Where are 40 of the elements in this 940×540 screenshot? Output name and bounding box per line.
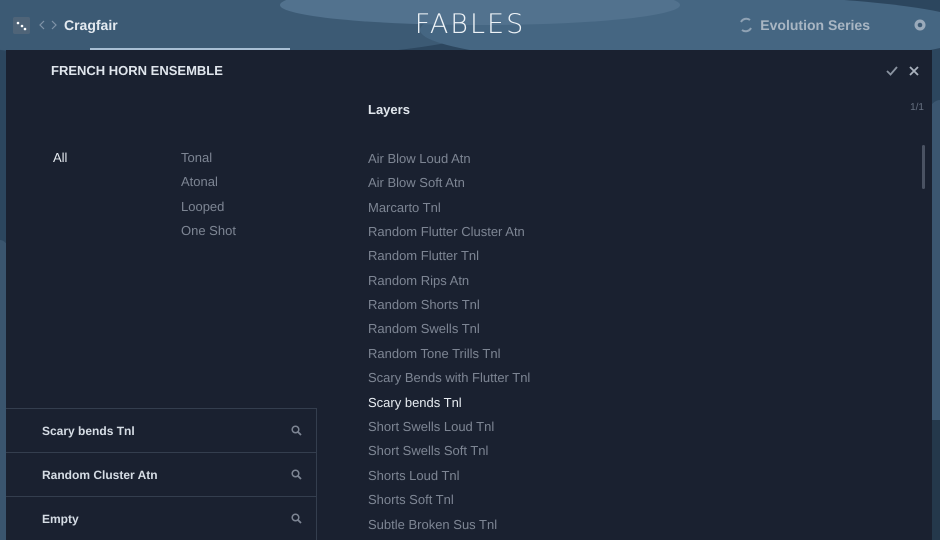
scrollbar-thumb[interactable]: [922, 144, 925, 189]
check-icon[interactable]: [886, 64, 898, 77]
layer-item[interactable]: Short Swells Soft Tnl: [368, 442, 932, 467]
type-item[interactable]: Atonal: [181, 173, 236, 198]
layer-item[interactable]: Scary Bends with Flutter Tnl: [368, 369, 932, 394]
layer-item[interactable]: Scary bends Tnl: [368, 394, 932, 418]
layer-item[interactable]: Random Flutter Cluster Atn: [368, 222, 932, 248]
layer-slot[interactable]: Random Cluster Atn: [6, 453, 316, 497]
type-item[interactable]: Looped: [181, 198, 236, 222]
layer-slot[interactable]: Scary bends Tnl: [6, 409, 316, 453]
layer-item[interactable]: Air Blow Loud Atn: [368, 150, 932, 174]
settings-icon[interactable]: [912, 17, 928, 33]
layer-item[interactable]: Short Swells Loud Tnl: [368, 418, 932, 442]
layer-item[interactable]: Random Rips Atn: [368, 272, 932, 296]
page-indicator: 1/1: [910, 102, 924, 113]
breadcrumb-link[interactable]: Cragfair: [64, 17, 118, 33]
search-icon[interactable]: [291, 513, 302, 524]
logo: FABLES: [414, 9, 526, 40]
search-icon[interactable]: [291, 425, 302, 436]
layer-slot[interactable]: Empty: [6, 497, 316, 540]
series-name[interactable]: Evolution Series: [760, 17, 870, 33]
app-icon[interactable]: [13, 16, 30, 34]
layer-item[interactable]: Shorts Soft Tnl: [368, 491, 932, 516]
layers-heading: Layers: [368, 102, 410, 117]
layer-item[interactable]: Shorts Loud Tnl: [368, 466, 932, 492]
close-icon[interactable]: [908, 64, 920, 77]
instrument-title: FRENCH HORN ENSEMBLE: [51, 63, 223, 78]
search-icon[interactable]: [291, 469, 302, 480]
back-icon[interactable]: [38, 20, 46, 30]
group-item[interactable]: All: [53, 148, 181, 174]
layer-item[interactable]: Random Tone Trills Tnl: [368, 344, 932, 370]
layer-item[interactable]: Subtle Broken Sus Tnl: [368, 516, 932, 540]
layer-item[interactable]: Marcarto Tnl: [368, 198, 932, 223]
layer-item[interactable]: Random Flutter Tnl: [368, 247, 932, 272]
type-item[interactable]: One Shot: [181, 222, 236, 246]
layer-item[interactable]: Random Swells Tnl: [368, 320, 932, 345]
layer-item[interactable]: Random Shorts Tnl: [368, 296, 932, 320]
forward-icon[interactable]: [50, 20, 58, 30]
layer-item[interactable]: Air Blow Soft Atn: [368, 174, 932, 199]
type-item[interactable]: Tonal: [181, 148, 236, 174]
